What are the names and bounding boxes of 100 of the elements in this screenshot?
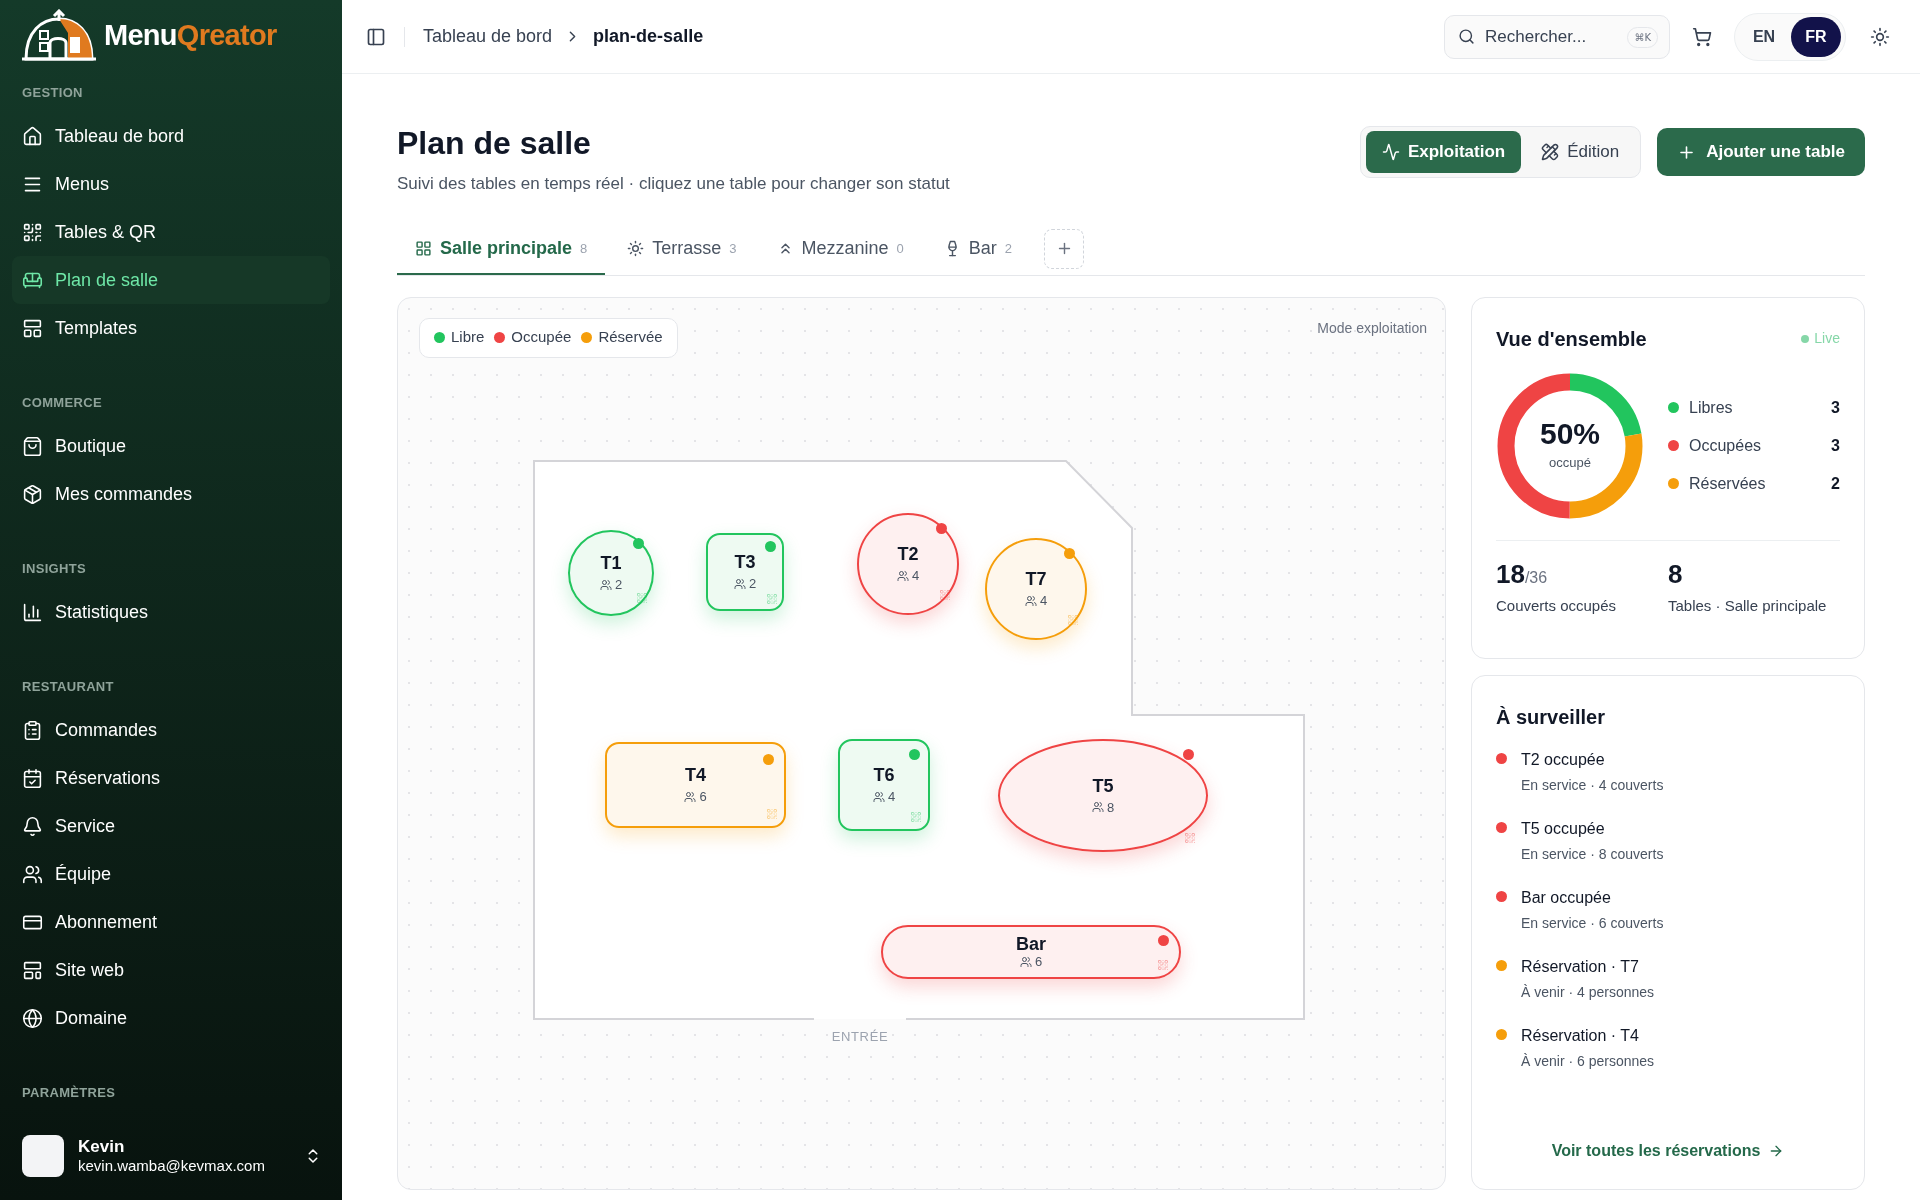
language-option[interactable]: EN (1739, 16, 1789, 57)
sidebar-item[interactable]: Statistiques (12, 588, 330, 636)
alert-title: T2 occupée (1521, 749, 1606, 770)
qr-code-icon (1157, 958, 1169, 971)
sidebar-item[interactable]: Domaine (12, 994, 330, 1042)
alert-subtitle: En service · 6 couverts (1521, 913, 1664, 933)
dining-table[interactable]: T4 6 (605, 741, 786, 828)
qr-code-icon (910, 810, 922, 823)
sidebar-item[interactable]: Boutique (12, 422, 330, 470)
sidebar-item[interactable]: Site web (12, 946, 330, 994)
package-icon (22, 483, 43, 505)
legend-label: Réservées (1689, 473, 1767, 494)
sidebar-item[interactable]: Service (12, 802, 330, 850)
user-name: Kevin (78, 1136, 126, 1158)
legend-label: Occupées (1689, 435, 1763, 456)
alert-title: Réservation · T4 (1521, 1025, 1640, 1046)
alert-title: Réservation · T7 (1521, 956, 1640, 977)
room-tab[interactable]: Mezzanine 0 (758, 224, 922, 275)
logo-icon (20, 9, 98, 63)
reservations-link[interactable]: Voir toutes les réservations (1551, 1139, 1785, 1163)
alert-title: T5 occupée (1521, 818, 1606, 839)
page-subtitle: Suivi des tables en temps réel · cliquez une table pour changer son statut (397, 173, 950, 195)
dining-table[interactable]: Bar 6 (881, 924, 1181, 979)
section-title: INSIGHTS (21, 560, 87, 579)
sidebar-item[interactable]: Équipe (12, 850, 330, 898)
dining-table[interactable]: T5 8 (998, 738, 1208, 852)
theme-toggle-icon[interactable] (1870, 26, 1890, 47)
sidebar-item[interactable]: Plan de salle (12, 256, 330, 304)
room-tab[interactable]: Terrasse 3 (609, 224, 755, 275)
layout-icon (22, 317, 43, 339)
cart-icon[interactable] (1692, 26, 1712, 47)
stat-label: Tables · Salle principale (1668, 595, 1828, 616)
qr-code-icon (939, 588, 951, 601)
legend-count: 3 (1831, 435, 1840, 456)
brand-name: MenuQreator (104, 18, 277, 54)
dining-table[interactable]: T7 4 (985, 537, 1087, 640)
card-title: Vue d'ensemble (1496, 326, 1647, 352)
sidebar-item[interactable]: Templates (12, 304, 330, 352)
users-icon (22, 863, 43, 885)
mode-option[interactable]: Exploitation (1365, 131, 1522, 173)
room-tab[interactable]: Salle principale 8 (397, 224, 606, 275)
section-title: RESTAURANT (21, 678, 115, 697)
sidebar-item[interactable]: Mes commandes (12, 470, 330, 518)
search-icon (1458, 27, 1475, 45)
legend-label: Libres (1689, 397, 1734, 418)
occupancy-label: occupé (1549, 453, 1591, 472)
house-icon (22, 125, 43, 147)
alert-subtitle: À venir · 6 personnes (1521, 1051, 1655, 1071)
dining-table[interactable]: T2 4 (857, 512, 959, 615)
sidebar-toggle-icon[interactable] (366, 26, 386, 47)
qr-code-icon (1067, 613, 1079, 626)
people-icon (1024, 594, 1037, 607)
legend-label: Réservée (598, 327, 663, 348)
sidebar-item[interactable]: Abonnement (12, 898, 330, 946)
sidebar-item[interactable]: Menus (12, 160, 330, 208)
entrance-label: ENTRÉE (830, 1027, 890, 1046)
dining-table[interactable]: T1 2 (568, 529, 654, 616)
qr-code-icon (22, 221, 43, 243)
people-icon (684, 790, 697, 803)
pulse-icon (1381, 143, 1400, 161)
breadcrumb-item[interactable]: Tableau de bord (423, 23, 553, 50)
card-title: À surveiller (1496, 704, 1606, 730)
qr-code-icon (1184, 831, 1196, 844)
section-title: COMMERCE (21, 394, 103, 413)
people-icon (1091, 801, 1104, 813)
legend-label: Libre (451, 327, 485, 348)
mode-option[interactable]: Édition (1525, 131, 1636, 173)
add-table-button[interactable]: Ajouter une table (1657, 128, 1865, 176)
mode-label: Mode exploitation (1317, 318, 1427, 338)
live-indicator: Live (1801, 328, 1840, 349)
people-icon (733, 577, 746, 590)
alert-subtitle: En service · 4 couverts (1521, 775, 1664, 795)
dining-table[interactable]: T6 4 (838, 738, 930, 831)
sidebar-item[interactable]: Commandes (12, 706, 330, 754)
calendar-check-icon (22, 767, 43, 789)
legend-count: 2 (1831, 473, 1840, 494)
bar-chart-icon (22, 601, 43, 623)
pencil-ruler-icon (1541, 143, 1560, 161)
sidebar-item[interactable]: Réservations (12, 754, 330, 802)
language-option[interactable]: FR (1791, 16, 1841, 57)
bell-icon (22, 815, 43, 837)
people-icon (872, 790, 885, 803)
stat-value: 8 (1668, 560, 1684, 587)
room-tab[interactable]: Bar 2 (925, 224, 1031, 275)
occupancy-value: 50% (1539, 418, 1600, 449)
layout-icon (22, 959, 43, 981)
user-email: kevin.wamba@kevmax.com (78, 1157, 266, 1176)
legend-count: 3 (1831, 397, 1840, 418)
legend-label: Occupée (511, 327, 572, 348)
alert-subtitle: En service · 8 couverts (1521, 844, 1664, 864)
alert-subtitle: À venir · 4 personnes (1521, 982, 1655, 1002)
dining-table[interactable]: T3 2 (706, 532, 784, 611)
globe-icon (22, 1007, 43, 1029)
stat-label: Couverts occupés (1496, 595, 1618, 616)
sidebar-item[interactable]: Tables & QR (12, 208, 330, 256)
qr-code-icon (766, 807, 778, 820)
alert-title: Bar occupée (1521, 887, 1612, 908)
sidebar-item[interactable]: Tableau de bord (12, 112, 330, 160)
section-title: GESTION (21, 84, 84, 103)
people-icon (896, 569, 909, 582)
